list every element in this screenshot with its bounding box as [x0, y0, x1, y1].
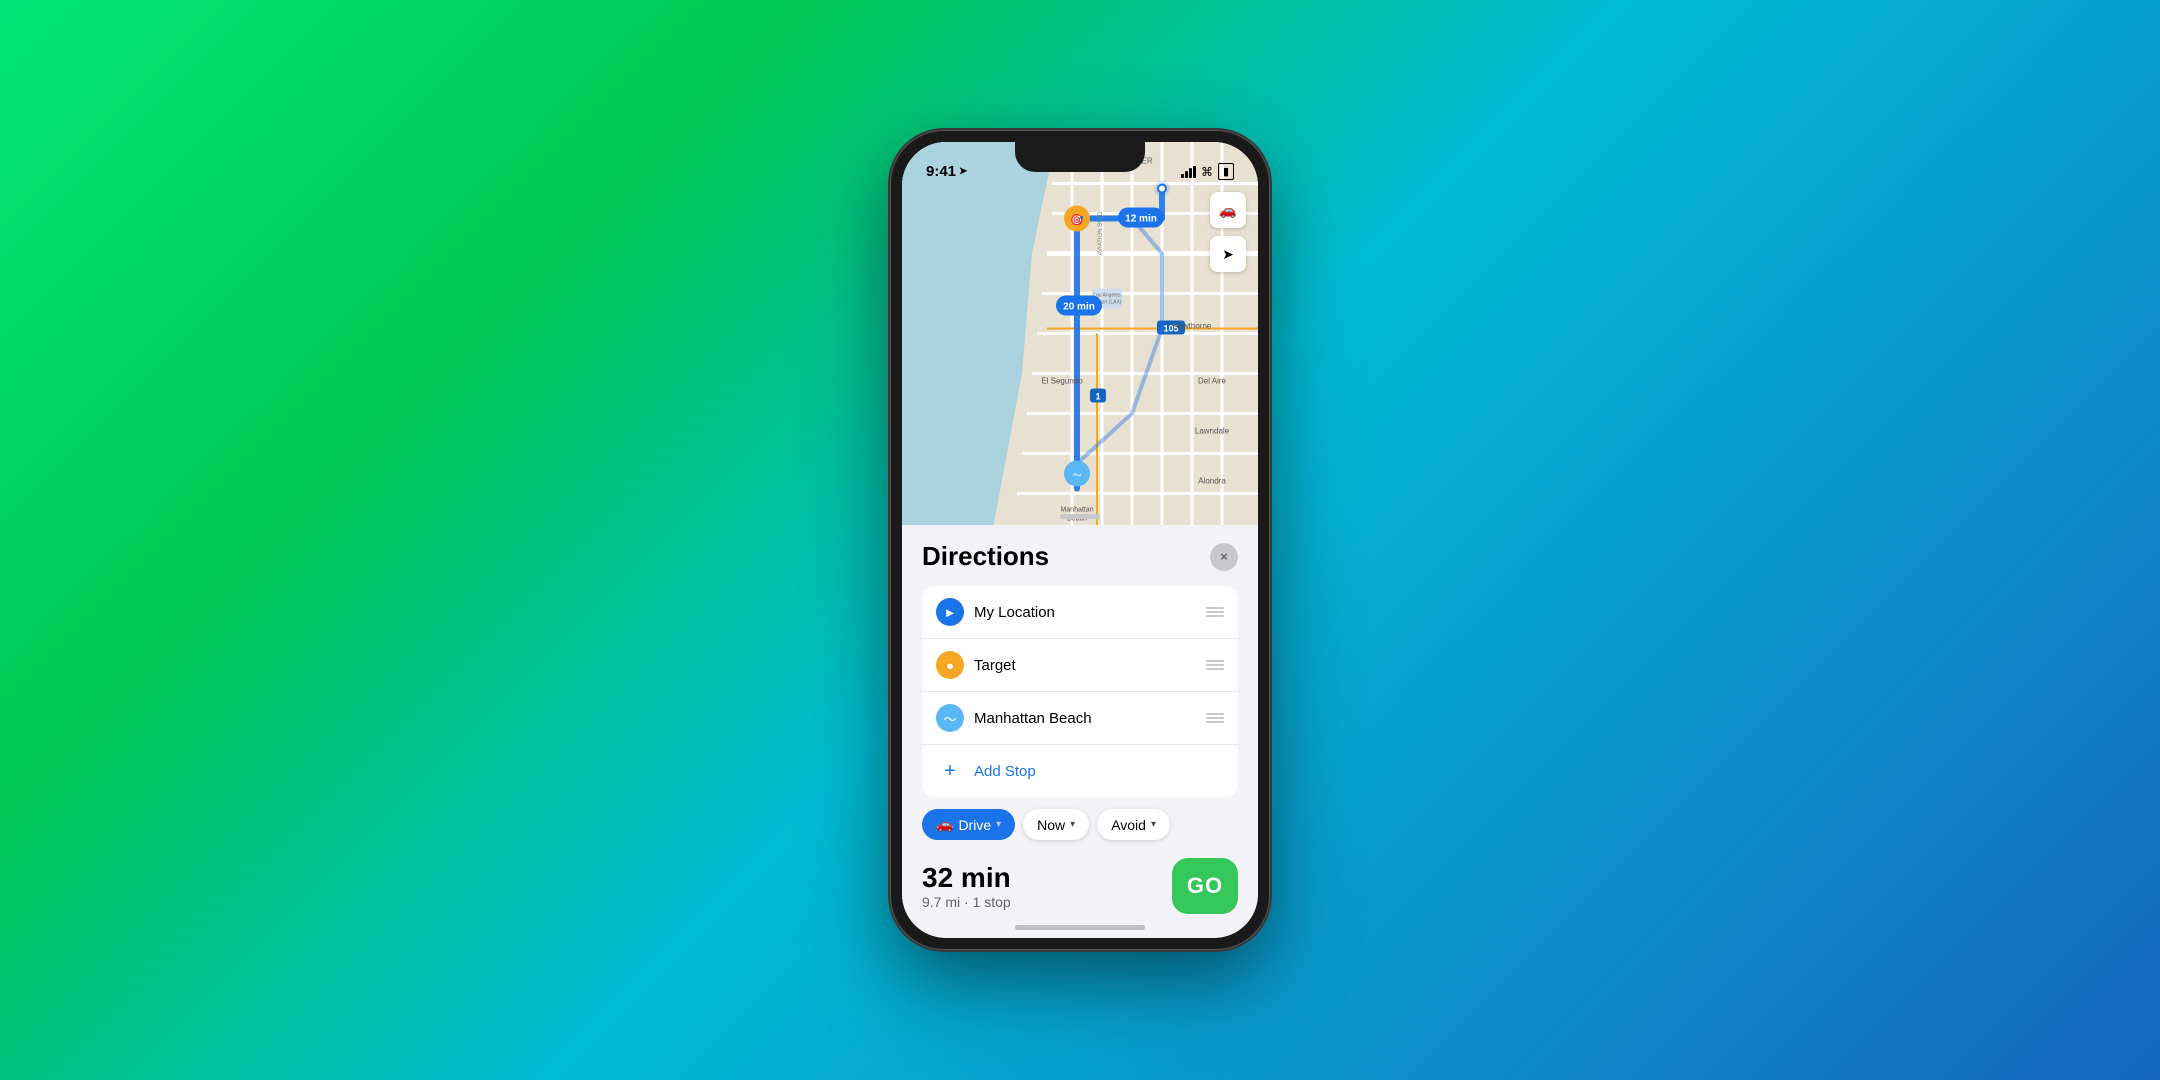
drive-label: Drive: [958, 817, 991, 833]
summary-info: 32 min 9.7 mi · 1 stop: [922, 862, 1011, 910]
map-svg: 105 1 WESTCHESTER El Segundo Hawthorne D…: [902, 142, 1258, 525]
add-stop-item[interactable]: + Add Stop: [922, 745, 1238, 797]
svg-text:1: 1: [1095, 392, 1100, 402]
home-indicator: [1015, 925, 1145, 930]
car-view-button[interactable]: 🚗: [1210, 192, 1246, 228]
phone-device: 9:41 ➤ ⌘ ▮: [890, 130, 1270, 950]
phone-screen: 9:41 ➤ ⌘ ▮: [902, 142, 1258, 938]
phone-notch: [1015, 142, 1145, 172]
signal-bar-4: [1193, 166, 1196, 178]
directions-title: Directions: [922, 541, 1049, 572]
wifi-icon: ⌘: [1201, 165, 1213, 179]
waypoint-my-location[interactable]: ► My Location: [922, 586, 1238, 639]
svg-text:Hawthorne: Hawthorne: [1173, 322, 1212, 331]
svg-text:20 min: 20 min: [1063, 302, 1095, 313]
signal-bar-3: [1189, 168, 1192, 178]
target-label: Target: [974, 657, 1196, 674]
svg-text:12 min: 12 min: [1125, 214, 1157, 225]
now-chevron-icon: ▾: [1070, 819, 1075, 830]
svg-text:🎯: 🎯: [1070, 214, 1084, 227]
signal-bars: [1181, 166, 1196, 178]
summary-detail: 9.7 mi · 1 stop: [922, 894, 1011, 910]
waypoint-target[interactable]: ● Target: [922, 639, 1238, 692]
add-stop-label: Add Stop: [974, 763, 1224, 780]
drive-chevron-icon: ▾: [996, 819, 1001, 830]
car-icon: 🚗: [936, 816, 953, 833]
transport-row: 🚗 Drive ▾ Now ▾ Avoid ▾: [922, 809, 1238, 840]
waypoint-list: ► My Location ● Target: [922, 586, 1238, 797]
avoid-chevron-icon: ▾: [1151, 819, 1156, 830]
location-button[interactable]: ➤: [1210, 236, 1246, 272]
svg-text:〜: 〜: [1072, 471, 1081, 481]
drive-button[interactable]: 🚗 Drive ▾: [922, 809, 1015, 840]
panel-header: Directions ×: [922, 541, 1238, 572]
panel-drag-handle[interactable]: [1060, 514, 1100, 519]
map-area: 105 1 WESTCHESTER El Segundo Hawthorne D…: [902, 142, 1258, 525]
summary-row: 32 min 9.7 mi · 1 stop GO: [922, 854, 1238, 918]
manhattan-beach-icon: 〜: [936, 704, 964, 732]
go-button[interactable]: GO: [1172, 858, 1238, 914]
svg-text:AVIATION BLVD: AVIATION BLVD: [1098, 211, 1104, 256]
waypoint-manhattan-beach[interactable]: 〜 Manhattan Beach: [922, 692, 1238, 745]
signal-bar-2: [1185, 171, 1188, 178]
svg-text:Del Aire: Del Aire: [1198, 377, 1227, 386]
map-controls: 🚗 ➤: [1210, 192, 1246, 272]
signal-bar-1: [1181, 174, 1184, 178]
directions-panel: Directions × ► My Location: [902, 525, 1258, 938]
summary-time: 32 min: [922, 862, 1011, 894]
status-time: 9:41 ➤: [926, 163, 967, 180]
avoid-button[interactable]: Avoid ▾: [1097, 809, 1170, 840]
manhattan-beach-handle[interactable]: [1206, 713, 1224, 723]
target-icon: ●: [936, 651, 964, 679]
svg-text:Alondra: Alondra: [1198, 477, 1226, 486]
avoid-label: Avoid: [1111, 817, 1146, 833]
my-location-icon: ►: [936, 598, 964, 626]
svg-text:Lawndale: Lawndale: [1195, 427, 1230, 436]
battery-icon: ▮: [1218, 163, 1234, 180]
my-location-label: My Location: [974, 604, 1196, 621]
now-button[interactable]: Now ▾: [1023, 809, 1089, 840]
status-icons: ⌘ ▮: [1181, 163, 1234, 180]
close-button[interactable]: ×: [1210, 543, 1238, 571]
add-stop-icon: +: [936, 757, 964, 785]
time-display: 9:41: [926, 163, 956, 180]
manhattan-beach-label: Manhattan Beach: [974, 710, 1196, 727]
location-arrow-icon: ➤: [959, 166, 967, 177]
svg-text:El Segundo: El Segundo: [1041, 377, 1083, 386]
my-location-handle[interactable]: [1206, 607, 1224, 617]
target-handle[interactable]: [1206, 660, 1224, 670]
now-label: Now: [1037, 817, 1065, 833]
close-icon: ×: [1220, 549, 1228, 564]
svg-text:Manhattan: Manhattan: [1060, 507, 1093, 514]
